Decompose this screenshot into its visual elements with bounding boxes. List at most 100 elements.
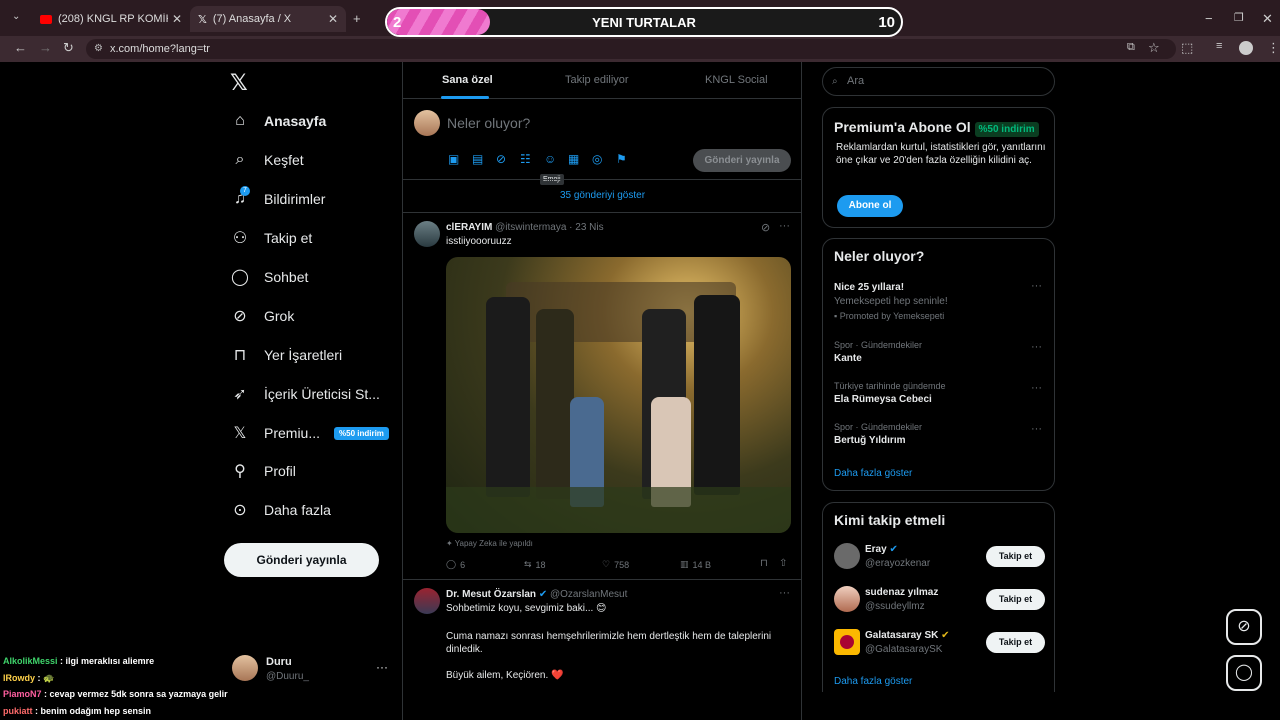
views-button[interactable]: ▥ 14 B xyxy=(680,559,711,570)
sidebar-item-label: Grok xyxy=(264,308,295,324)
post-handle[interactable]: @itswintermaya xyxy=(495,222,566,233)
trend-more-icon[interactable]: ··· xyxy=(1031,341,1042,353)
post-image[interactable] xyxy=(446,257,791,533)
back-icon[interactable]: ← xyxy=(14,40,27,55)
promoted-trend-title[interactable]: Nice 25 yıllara! xyxy=(834,282,904,293)
schedule-icon[interactable]: ▦ xyxy=(568,152,579,166)
minimize-icon[interactable]: − xyxy=(1205,11,1213,26)
follow-button[interactable]: Takip et xyxy=(986,632,1045,653)
sidebar-item-home[interactable]: ⌂ Anasayfa xyxy=(230,106,326,136)
menu-icon[interactable]: ⋮ xyxy=(1267,40,1280,56)
grok-float-button[interactable]: ⊘ xyxy=(1226,609,1262,645)
bookmark-icon[interactable]: ⊓ xyxy=(760,558,768,569)
tab-for-you[interactable]: Sana özel xyxy=(442,74,493,86)
sidebar-item-bookmark[interactable]: ⊓ Yer İşaretleri xyxy=(230,340,342,370)
trend-more-icon[interactable]: ··· xyxy=(1031,423,1042,435)
trend-name[interactable]: Ela Rümeysa Cebeci xyxy=(834,394,932,405)
post-button[interactable]: Gönderi yayınla xyxy=(224,543,379,577)
follow-avatar[interactable] xyxy=(834,586,860,612)
url-field[interactable]: ⚙ x.com/home?lang=tr xyxy=(86,39,1176,59)
trend-name[interactable]: Kante xyxy=(834,353,862,364)
browser-tab-x[interactable]: 𝕏 (7) Anasayfa / X ✕ xyxy=(190,6,346,32)
sidebar-item-label: Sohbet xyxy=(264,269,309,285)
chat-text: : ilgi meraklısı aliemre xyxy=(60,656,155,666)
subscribe-button[interactable]: Abone ol xyxy=(837,195,903,217)
poll-icon[interactable]: ☷ xyxy=(520,152,531,166)
trend-more-icon[interactable]: ··· xyxy=(1031,382,1042,394)
follow-show-more[interactable]: Daha fazla göster xyxy=(834,676,912,687)
gif-icon[interactable]: ▤ xyxy=(472,152,483,166)
star-icon[interactable]: ☆ xyxy=(1148,40,1160,56)
maximize-icon[interactable]: ❐ xyxy=(1234,11,1244,24)
reload-icon[interactable]: ↻ xyxy=(63,40,74,56)
messages-float-button[interactable]: ◯ xyxy=(1226,655,1262,691)
chat-username: pukiatt xyxy=(3,706,33,716)
repost-button[interactable]: ⇆ 18 xyxy=(524,559,546,570)
location-icon[interactable]: ◎ xyxy=(592,152,602,166)
sidebar-item-person[interactable]: ⚲ Profil xyxy=(230,456,296,486)
show-new-posts[interactable]: 35 gönderiyi göster xyxy=(403,190,802,201)
window-close-icon[interactable]: ✕ xyxy=(1262,11,1273,27)
profile-avatar-icon[interactable] xyxy=(1239,41,1253,55)
compose-post-button[interactable]: Gönderi yayınla xyxy=(693,149,791,172)
tab-kngl-social[interactable]: KNGL Social xyxy=(705,74,768,86)
install-icon[interactable]: ⧉ xyxy=(1127,41,1135,54)
sidebar-item-label: Daha fazla xyxy=(264,502,331,518)
sidebar-item-search[interactable]: ⌕ Keşfet xyxy=(230,145,304,175)
grok-icon[interactable]: ⊘ xyxy=(496,152,506,166)
post-more-icon[interactable]: ··· xyxy=(779,587,790,599)
discount-badge: %50 indirim xyxy=(974,122,1039,137)
promoted-label: ▪ Promoted by Yemeksepeti xyxy=(834,311,944,321)
tab-search-icon[interactable]: ⌄ xyxy=(12,11,20,22)
like-button[interactable]: ♡ 758 xyxy=(602,559,629,570)
site-info-icon[interactable]: ⚙ xyxy=(94,39,103,59)
emoji-icon[interactable]: ☺ xyxy=(544,152,556,166)
post-avatar[interactable] xyxy=(414,588,440,614)
search-input[interactable]: ⌕ Ara xyxy=(822,67,1055,96)
sidebar-item-grok[interactable]: ⊘ Grok xyxy=(230,301,294,331)
x-logo-icon[interactable]: 𝕏 xyxy=(230,70,248,96)
post-more-icon[interactable]: ··· xyxy=(779,220,790,232)
trend-more-icon[interactable]: ··· xyxy=(1031,280,1042,292)
close-tab-icon[interactable]: ✕ xyxy=(328,12,338,26)
follow-button[interactable]: Takip et xyxy=(986,589,1045,610)
grok-post-icon[interactable]: ⊘ xyxy=(761,221,770,234)
post-handle[interactable]: @OzarslanMesut xyxy=(550,589,627,600)
trend-name[interactable]: Bertuğ Yıldırım xyxy=(834,435,906,446)
post-header: clERAYIM @itswintermaya · 23 Nis xyxy=(446,222,604,233)
follow-name[interactable]: sudenaz yılmaz xyxy=(865,587,938,598)
close-tab-icon[interactable]: ✕ xyxy=(172,12,182,26)
verified-icon: ✔ xyxy=(538,589,548,600)
sidebar-item-more-circle[interactable]: ⊙ Daha fazla xyxy=(230,495,331,525)
reply-button[interactable]: ◯ 6 xyxy=(446,559,465,570)
account-avatar[interactable] xyxy=(232,655,258,681)
sidebar-item-bell[interactable]: ♫ Bildirimler 7 xyxy=(230,184,325,214)
media-icon[interactable]: ▣ xyxy=(448,152,459,166)
post-author[interactable]: clERAYIM xyxy=(446,222,492,233)
media-icon[interactable]: ≡ xyxy=(1216,40,1222,52)
compose-input[interactable]: Neler oluyor? xyxy=(447,115,530,131)
follow-name[interactable]: Eray ✔ xyxy=(865,544,898,555)
sidebar-item-rocket[interactable]: ➶ İçerik Üreticisi St... xyxy=(230,379,380,409)
main-feed: Sana özel Takip ediliyor KNGL Social Nel… xyxy=(402,62,802,720)
trends-show-more[interactable]: Daha fazla göster xyxy=(834,468,912,479)
share-icon[interactable]: ⇧ xyxy=(779,558,787,569)
follow-button[interactable]: Takip et xyxy=(986,546,1045,567)
sidebar-item-add-user[interactable]: ⚇ Takip et xyxy=(230,223,312,253)
browser-tab-youtube[interactable]: (208) KNGL RP KOMİK ANLAR ✕ xyxy=(32,6,190,32)
account-more-icon[interactable]: ··· xyxy=(376,660,388,674)
follow-avatar[interactable] xyxy=(834,543,860,569)
sidebar-item-x-logo[interactable]: 𝕏 Premiu... %50 indirim xyxy=(230,418,389,448)
flag-icon[interactable]: ⚑ xyxy=(616,152,627,166)
post-author[interactable]: Dr. Mesut Özarslan xyxy=(446,589,536,600)
post-avatar[interactable] xyxy=(414,221,440,247)
tab-following[interactable]: Takip ediliyor xyxy=(565,74,629,86)
forward-icon[interactable]: → xyxy=(39,40,52,55)
view-count: 14 B xyxy=(692,559,712,570)
follow-avatar[interactable] xyxy=(834,629,860,655)
extensions-icon[interactable]: ⬚ xyxy=(1181,40,1193,56)
follow-name[interactable]: Galatasaray SK ✔ xyxy=(865,630,950,641)
new-tab-icon[interactable]: + xyxy=(353,11,361,26)
post-date[interactable]: · 23 Nis xyxy=(569,222,603,233)
sidebar-item-chat[interactable]: ◯ Sohbet xyxy=(230,262,308,292)
